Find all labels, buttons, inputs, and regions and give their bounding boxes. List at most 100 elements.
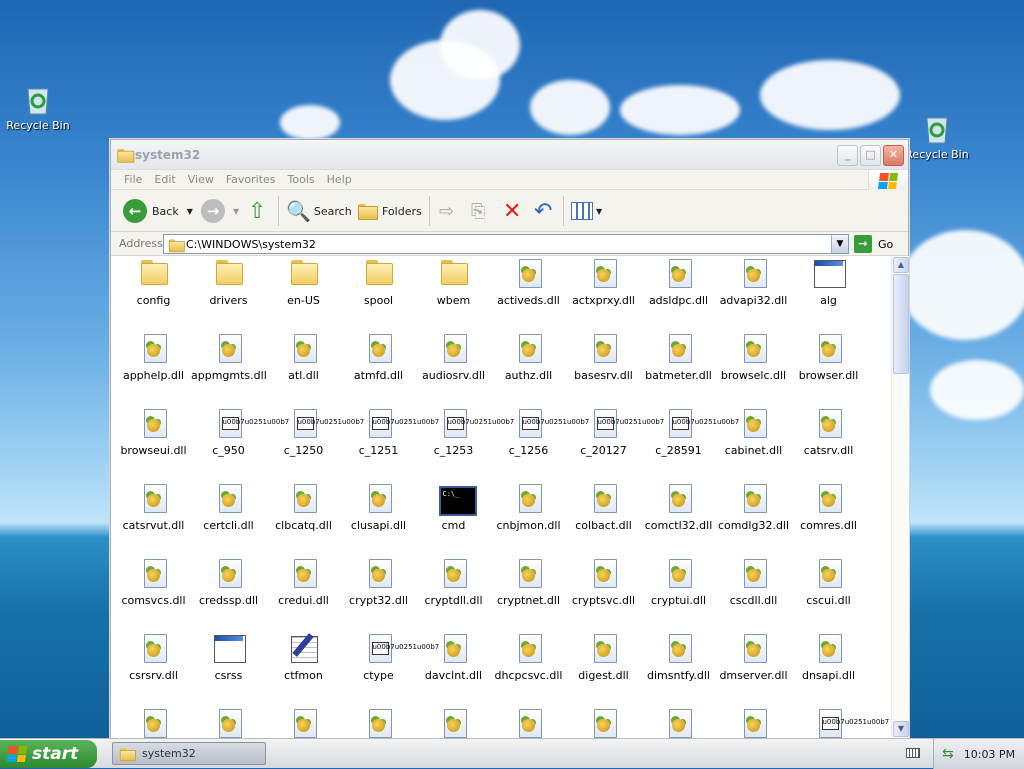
recycle-bin-desktop-icon[interactable]: Recycle Bin — [0, 84, 78, 132]
start-button[interactable]: start — [0, 740, 97, 768]
close-button[interactable]: ✕ — [883, 145, 904, 166]
menu-item-help[interactable]: Help — [321, 170, 358, 186]
file-item[interactable] — [791, 707, 866, 739]
file-item[interactable] — [416, 707, 491, 739]
file-item[interactable]: catsrvut.dll — [116, 482, 191, 532]
move-to-button[interactable]: ⇨ — [439, 197, 454, 225]
address-input[interactable]: C:\WINDOWS\system32 ▼ — [163, 234, 849, 254]
file-item[interactable]: batmeter.dll — [641, 332, 716, 382]
go-button[interactable]: → Go — [854, 235, 893, 253]
file-item[interactable] — [116, 707, 191, 739]
undo-button[interactable]: ↶ — [534, 197, 552, 225]
file-item[interactable]: clbcatq.dll — [266, 482, 341, 532]
menu-item-edit[interactable]: Edit — [148, 170, 181, 186]
file-item[interactable]: activeds.dll — [491, 257, 566, 307]
file-item[interactable]: cscui.dll — [791, 557, 866, 607]
file-item[interactable]: catsrv.dll — [791, 407, 866, 457]
up-folder-button[interactable]: ⇧ — [248, 197, 266, 225]
file-item[interactable]: comres.dll — [791, 482, 866, 532]
file-item[interactable]: dmserver.dll — [716, 632, 791, 682]
file-item[interactable] — [266, 707, 341, 739]
file-item[interactable]: adsldpc.dll — [641, 257, 716, 307]
file-item[interactable]: cryptdll.dll — [416, 557, 491, 607]
search-button[interactable]: 🔍 Search — [286, 197, 352, 225]
menu-item-file[interactable]: File — [118, 170, 148, 186]
file-item[interactable]: credui.dll — [266, 557, 341, 607]
menu-item-tools[interactable]: Tools — [282, 170, 321, 186]
file-item[interactable]: browseui.dll — [116, 407, 191, 457]
taskbar-item-system32[interactable]: system32 — [112, 742, 266, 765]
file-item[interactable]: c_1250 — [266, 407, 341, 457]
file-item[interactable]: cnbjmon.dll — [491, 482, 566, 532]
file-item[interactable]: apphelp.dll — [116, 332, 191, 382]
address-dropdown-button[interactable]: ▼ — [831, 235, 848, 253]
file-item[interactable] — [341, 707, 416, 739]
file-item[interactable]: advapi32.dll — [716, 257, 791, 307]
file-item[interactable]: csrsrv.dll — [116, 632, 191, 682]
file-item[interactable]: cscdll.dll — [716, 557, 791, 607]
file-item[interactable]: config — [116, 257, 191, 307]
keyboard-icon[interactable] — [906, 748, 920, 758]
file-item[interactable]: colbact.dll — [566, 482, 641, 532]
back-button[interactable]: ← Back ▼ — [123, 197, 193, 225]
file-item[interactable]: digest.dll — [566, 632, 641, 682]
file-item[interactable] — [491, 707, 566, 739]
file-item[interactable]: spool — [341, 257, 416, 307]
file-item[interactable]: appmgmts.dll — [191, 332, 267, 382]
file-item[interactable]: dimsntfy.dll — [641, 632, 716, 682]
file-item[interactable]: c_28591 — [641, 407, 716, 457]
title-bar[interactable]: system32 _ □ ✕ — [111, 140, 908, 170]
file-item[interactable] — [566, 707, 641, 739]
menu-item-favorites[interactable]: Favorites — [220, 170, 282, 186]
file-item[interactable]: ctfmon — [266, 632, 341, 682]
file-item[interactable]: comctl32.dll — [641, 482, 716, 532]
file-item[interactable]: cabinet.dll — [716, 407, 791, 457]
file-item[interactable]: audiosrv.dll — [416, 332, 491, 382]
file-item[interactable]: browser.dll — [791, 332, 866, 382]
file-item[interactable]: cryptui.dll — [641, 557, 716, 607]
file-item[interactable]: basesrv.dll — [566, 332, 641, 382]
file-item[interactable]: davclnt.dll — [416, 632, 491, 682]
file-item[interactable]: cryptnet.dll — [491, 557, 566, 607]
file-item[interactable] — [191, 707, 266, 739]
file-item[interactable]: cmd — [416, 482, 491, 532]
file-item[interactable]: comsvcs.dll — [116, 557, 191, 607]
file-item[interactable]: atmfd.dll — [341, 332, 416, 382]
file-item[interactable]: c_1251 — [341, 407, 416, 457]
network-icon[interactable]: ⇆ — [942, 746, 954, 762]
folders-button[interactable]: Folders — [358, 197, 422, 225]
views-button[interactable]: ▼ — [571, 197, 602, 225]
file-item[interactable]: ctype — [341, 632, 416, 682]
file-item[interactable]: csrss — [191, 632, 266, 682]
copy-to-button[interactable]: ⎘ — [471, 197, 485, 225]
file-item[interactable] — [716, 707, 791, 739]
vertical-scrollbar[interactable]: ▲ ▼ — [891, 256, 909, 738]
scroll-down-button[interactable]: ▼ — [893, 721, 909, 737]
file-item[interactable]: c_950 — [191, 407, 266, 457]
file-item[interactable]: alg — [791, 257, 866, 307]
file-item[interactable]: wbem — [416, 257, 491, 307]
file-item[interactable]: certcli.dll — [191, 482, 266, 532]
menu-item-view[interactable]: View — [182, 170, 220, 186]
minimize-button[interactable]: _ — [837, 145, 858, 166]
clock[interactable]: 10:03 PM — [964, 748, 1015, 761]
file-item[interactable]: actxprxy.dll — [566, 257, 641, 307]
file-item[interactable]: atl.dll — [266, 332, 341, 382]
file-item[interactable]: browselc.dll — [716, 332, 791, 382]
file-item[interactable] — [641, 707, 716, 739]
scroll-up-button[interactable]: ▲ — [893, 257, 909, 273]
file-item[interactable]: c_20127 — [566, 407, 641, 457]
maximize-button[interactable]: □ — [860, 145, 881, 166]
forward-button[interactable]: → ▼ — [201, 197, 239, 225]
file-item[interactable]: clusapi.dll — [341, 482, 416, 532]
file-item[interactable]: dhcpcsvc.dll — [491, 632, 566, 682]
delete-button[interactable]: ✕ — [503, 197, 521, 225]
file-item[interactable]: authz.dll — [491, 332, 566, 382]
file-item[interactable]: crypt32.dll — [341, 557, 416, 607]
file-item[interactable]: credssp.dll — [191, 557, 266, 607]
file-item[interactable]: en-US — [266, 257, 341, 307]
file-item[interactable]: comdlg32.dll — [716, 482, 791, 532]
file-item[interactable]: drivers — [191, 257, 266, 307]
scroll-thumb[interactable] — [893, 274, 909, 374]
file-item[interactable]: cryptsvc.dll — [566, 557, 641, 607]
